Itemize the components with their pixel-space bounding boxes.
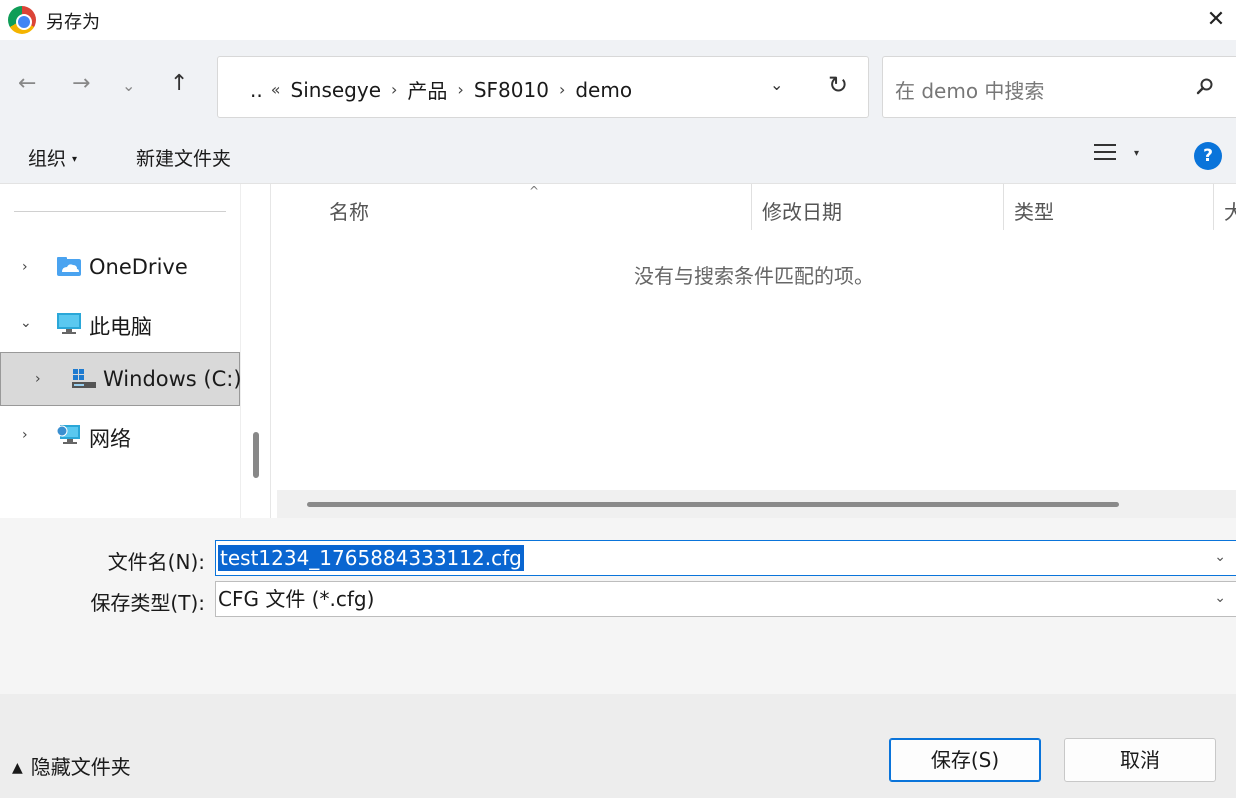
back-arrow-icon[interactable]: ←	[18, 71, 36, 96]
breadcrumb: .. « Sinsegye › 产品 › SF8010 › demo	[250, 75, 642, 104]
window-title: 另存为	[46, 12, 100, 33]
navigation-bar: ← → ⌄ ↑ .. « Sinsegye › 产品 › SF8010 › de…	[0, 40, 1236, 128]
horizontal-scrollbar-thumb[interactable]	[307, 502, 1119, 507]
filetype-select[interactable]: CFG 文件 (*.cfg) ⌄	[215, 581, 1236, 617]
cancel-button[interactable]: 取消	[1064, 738, 1216, 782]
refresh-icon[interactable]: ↻	[828, 71, 848, 99]
forward-arrow-icon[interactable]: →	[72, 71, 90, 96]
empty-results-message: 没有与搜索条件匹配的项。	[634, 264, 874, 288]
file-list: ^ 名称 修改日期 类型 大 没有与搜索条件匹配的项。	[270, 184, 1236, 518]
view-options-caret-icon[interactable]: ▾	[1134, 148, 1139, 159]
column-header-name[interactable]: 名称	[329, 196, 369, 225]
chevron-down-icon[interactable]: ⌄	[20, 315, 32, 331]
up-arrow-icon[interactable]: ↑	[170, 71, 188, 96]
address-dropdown-icon[interactable]: ⌄	[770, 75, 783, 94]
breadcrumb-separator[interactable]: ›	[391, 80, 397, 99]
breadcrumb-overflow[interactable]: ..	[250, 78, 263, 102]
column-separator[interactable]	[1003, 184, 1004, 230]
sidebar-item-windows-c[interactable]: › Windows (C:)	[0, 352, 242, 406]
view-options-icon[interactable]	[1094, 144, 1116, 164]
filetype-value: CFG 文件 (*.cfg)	[218, 587, 375, 611]
chevron-right-icon[interactable]: ›	[22, 427, 28, 443]
onedrive-icon	[57, 257, 81, 276]
dialog-footer: ▲ 隐藏文件夹 保存(S) 取消	[0, 694, 1236, 798]
hide-folders-toggle[interactable]: ▲ 隐藏文件夹	[12, 751, 131, 780]
sidebar-scrollbar[interactable]	[240, 184, 270, 518]
file-list-horizontal-scrollbar[interactable]	[277, 490, 1236, 518]
sidebar-item-onedrive[interactable]: › OneDrive	[0, 241, 240, 295]
column-header-size[interactable]: 大	[1224, 196, 1236, 225]
breadcrumb-item-product[interactable]: 产品	[407, 75, 447, 104]
sidebar-item-label: Windows (C:)	[103, 367, 242, 391]
chevron-right-icon[interactable]: ›	[22, 259, 28, 275]
address-bar[interactable]: .. « Sinsegye › 产品 › SF8010 › demo ⌄ ↻	[217, 56, 869, 118]
sort-ascending-icon: ^	[529, 184, 540, 198]
help-icon[interactable]: ?	[1194, 142, 1222, 170]
filename-input[interactable]: test1234_1765884333112.cfg ⌄	[215, 540, 1236, 576]
breadcrumb-overflow-separator[interactable]: «	[271, 80, 281, 99]
divider	[14, 211, 226, 212]
column-separator[interactable]	[751, 184, 752, 230]
search-placeholder: 在 demo 中搜索	[895, 79, 1045, 103]
drive-c-icon	[72, 369, 96, 388]
hide-folders-label: 隐藏文件夹	[30, 755, 131, 779]
chevron-right-icon[interactable]: ›	[35, 371, 41, 387]
navigation-pane: › OneDrive ⌄ 此电脑 › Windows (C:) › 网络	[0, 184, 270, 518]
command-toolbar: 组织 ▾ 新建文件夹 ▾ ?	[0, 128, 1236, 184]
filetype-label: 保存类型(T):	[90, 591, 205, 615]
search-icon[interactable]	[1196, 77, 1214, 95]
breadcrumb-item-sf8010[interactable]: SF8010	[474, 78, 549, 102]
save-button[interactable]: 保存(S)	[889, 738, 1041, 782]
save-fields-panel: 文件名(N): test1234_1765884333112.cfg ⌄ 保存类…	[0, 518, 1236, 694]
recent-locations-chevron-icon[interactable]: ⌄	[122, 76, 135, 95]
search-input[interactable]: 在 demo 中搜索	[882, 56, 1236, 118]
breadcrumb-item-demo[interactable]: demo	[575, 78, 632, 102]
filetype-chevron-icon[interactable]: ⌄	[1214, 590, 1226, 606]
title-bar: 另存为 ✕	[0, 0, 1236, 40]
organize-menu-button[interactable]: 组织 ▾	[28, 144, 77, 171]
collapse-up-icon: ▲	[12, 760, 23, 776]
column-separator[interactable]	[1213, 184, 1214, 230]
new-folder-button[interactable]: 新建文件夹	[136, 144, 231, 171]
sidebar-item-this-pc[interactable]: ⌄ 此电脑	[0, 297, 240, 351]
filename-value[interactable]: test1234_1765884333112.cfg	[218, 545, 524, 571]
sidebar-item-label: 网络	[89, 427, 131, 451]
filename-label: 文件名(N):	[107, 550, 205, 574]
sidebar-item-network[interactable]: › 网络	[0, 409, 240, 463]
sidebar-item-label: OneDrive	[89, 255, 188, 279]
chrome-icon	[8, 6, 36, 34]
breadcrumb-item-sinsegye[interactable]: Sinsegye	[291, 78, 382, 102]
breadcrumb-separator[interactable]: ›	[457, 80, 463, 99]
caret-down-icon: ▾	[72, 154, 78, 165]
column-header-type[interactable]: 类型	[1014, 196, 1054, 225]
organize-label: 组织	[28, 148, 67, 170]
close-button[interactable]: ✕	[1196, 0, 1236, 40]
this-pc-icon	[57, 313, 81, 334]
breadcrumb-separator[interactable]: ›	[559, 80, 565, 99]
filename-history-chevron-icon[interactable]: ⌄	[1214, 549, 1226, 565]
sidebar-item-label: 此电脑	[89, 315, 152, 339]
network-icon	[56, 425, 80, 444]
column-header-date-modified[interactable]: 修改日期	[762, 196, 842, 225]
sidebar-scrollbar-thumb[interactable]	[253, 432, 259, 478]
